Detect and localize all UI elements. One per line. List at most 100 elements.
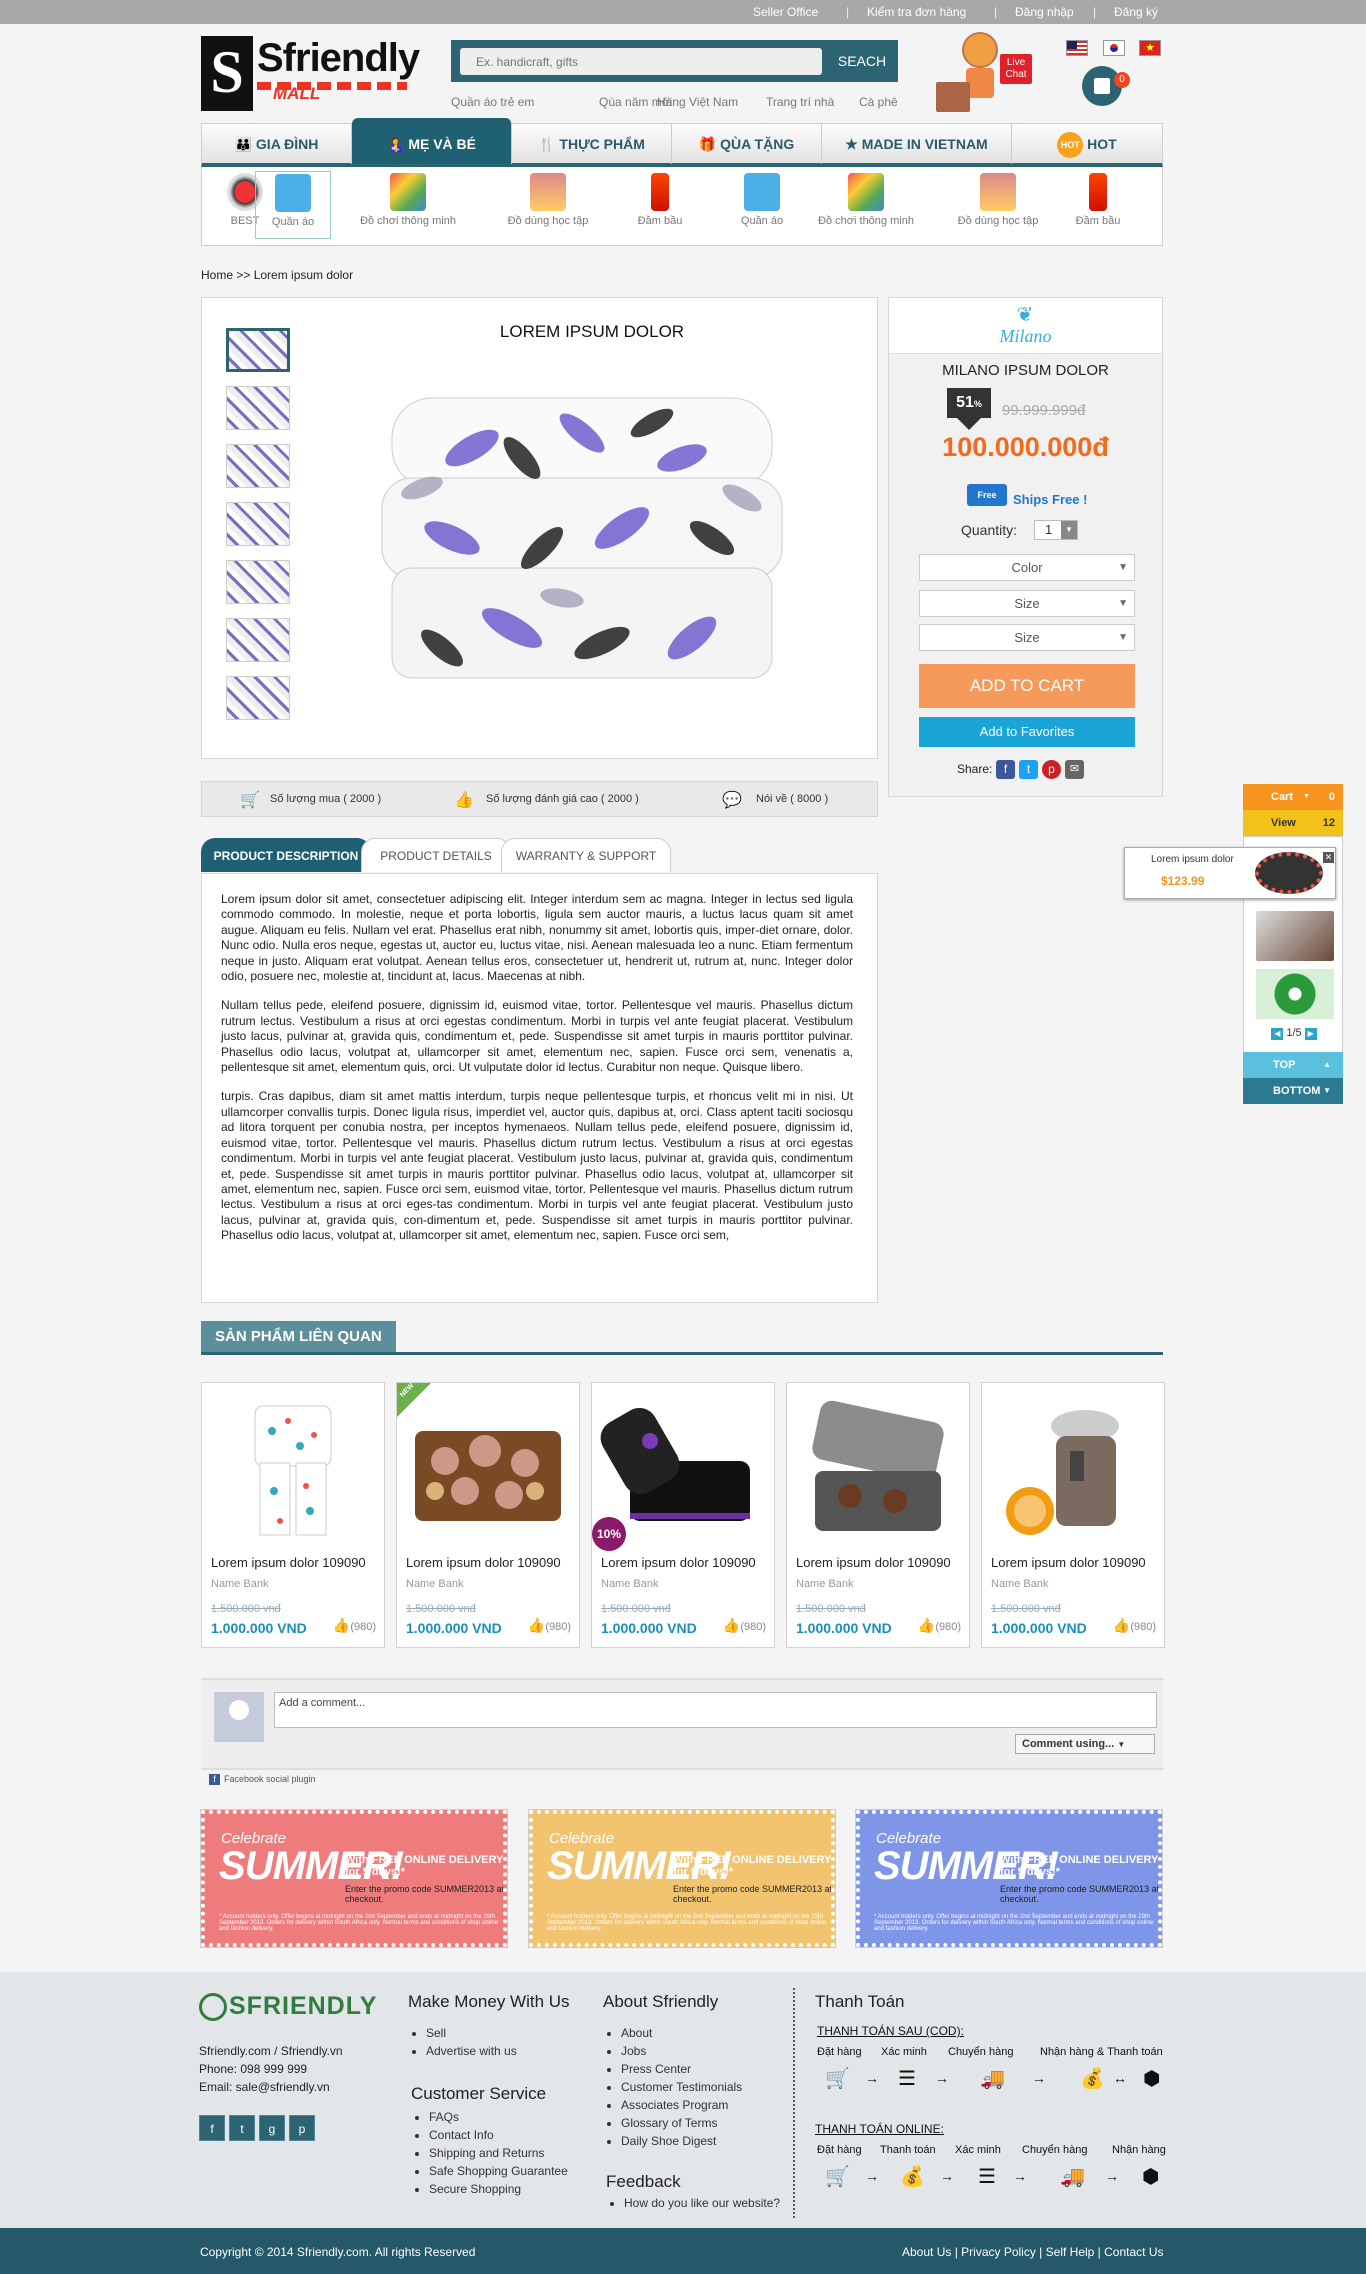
scroll-bottom-button[interactable]: BOTTOM ▼ bbox=[1243, 1078, 1343, 1104]
search-button[interactable]: SEACH bbox=[827, 40, 897, 82]
nav-item-family[interactable]: 👪 GIA ĐÌNH bbox=[202, 124, 352, 164]
footer-link[interactable]: Safe Shopping Guarantee bbox=[429, 2162, 591, 2180]
product-card[interactable]: Lorem ipsum dolor 109090 Name Bank 1.500… bbox=[981, 1382, 1165, 1648]
live-chat-widget[interactable]: Live Chat bbox=[936, 32, 1036, 116]
tab-description[interactable]: PRODUCT DESCRIPTION bbox=[201, 838, 371, 872]
recent-thumb[interactable] bbox=[1256, 911, 1334, 961]
product-card[interactable]: Lorem ipsum dolor 109090 Name Bank 1.500… bbox=[201, 1382, 385, 1648]
register-link[interactable]: Đăng ký bbox=[1114, 5, 1158, 19]
footer-link[interactable]: Secure Shopping bbox=[429, 2180, 591, 2198]
like-count[interactable]: 👍(980) bbox=[333, 1617, 376, 1634]
summer-promo-banner[interactable]: Celebrate SUMMER! With FREE ONLINE DELIV… bbox=[200, 1809, 508, 1948]
subnav-item-toys[interactable]: Đồ chơi thông minh bbox=[796, 173, 936, 227]
subnav-item-school[interactable]: Đồ dùng học tập bbox=[478, 173, 618, 227]
summer-promo-banner[interactable]: Celebrate SUMMER! With FREE ONLINE DELIV… bbox=[528, 1809, 836, 1948]
footer-link[interactable]: Associates Program bbox=[621, 2096, 783, 2114]
subnav-item-clothes[interactable]: Quần áo bbox=[255, 171, 331, 239]
nav-item-food[interactable]: 🍴 THỰC PHẨM bbox=[512, 124, 672, 164]
add-to-cart-button[interactable]: ADD TO CART bbox=[919, 664, 1135, 708]
recent-thumb[interactable] bbox=[1256, 969, 1334, 1019]
bottom-link[interactable]: About Us bbox=[902, 2245, 951, 2259]
thumbnail[interactable] bbox=[226, 444, 290, 488]
footer-link[interactable]: How do you like our website? bbox=[624, 2194, 786, 2212]
thumbnail[interactable] bbox=[226, 502, 290, 546]
comment-input[interactable]: Add a comment... bbox=[274, 1692, 1157, 1728]
subnav-item-maternity[interactable]: Đầm bầu bbox=[1048, 173, 1148, 227]
pinterest-icon[interactable]: p bbox=[1042, 760, 1061, 779]
subnav-item-maternity[interactable]: Đầm bầu bbox=[610, 173, 710, 227]
footer-link[interactable]: Advertise with us bbox=[426, 2042, 588, 2060]
twitter-icon[interactable]: t bbox=[229, 2115, 255, 2141]
product-card[interactable]: Lorem ipsum dolor 109090 Name Bank 1.500… bbox=[786, 1382, 970, 1648]
next-icon[interactable]: ▶ bbox=[1304, 1028, 1317, 1040]
add-to-favorites-button[interactable]: Add to Favorites bbox=[919, 717, 1135, 747]
footer-link[interactable]: FAQs bbox=[429, 2108, 591, 2126]
site-logo[interactable]: S Sfriendly MALL bbox=[201, 36, 420, 112]
facebook-icon[interactable]: f bbox=[996, 760, 1015, 779]
pinterest-icon[interactable]: p bbox=[289, 2115, 315, 2141]
sidebar-view[interactable]: View 12 bbox=[1243, 810, 1343, 836]
login-link[interactable]: Đăng nhập bbox=[1015, 5, 1074, 19]
like-count[interactable]: 👍(980) bbox=[1113, 1617, 1156, 1634]
footer-link[interactable]: Glossary of Terms bbox=[621, 2114, 783, 2132]
bottom-link[interactable]: Contact Us bbox=[1104, 2245, 1163, 2259]
like-count[interactable]: 👍(980) bbox=[723, 1617, 766, 1634]
subnav-item-toys[interactable]: Đồ chơi thông minh bbox=[338, 173, 478, 227]
footer-link[interactable]: Press Center bbox=[621, 2060, 783, 2078]
prev-icon[interactable]: ◀ bbox=[1271, 1028, 1284, 1040]
footer-link[interactable]: Sell bbox=[426, 2024, 588, 2042]
scroll-top-button[interactable]: TOP ▲ bbox=[1243, 1052, 1343, 1078]
thumbnail[interactable] bbox=[226, 618, 290, 662]
comment-sort-select[interactable]: Comment using... ▼ bbox=[1015, 1734, 1155, 1754]
footer-link[interactable]: Shipping and Returns bbox=[429, 2144, 591, 2162]
tab-details[interactable]: PRODUCT DETAILS bbox=[361, 838, 511, 872]
sidebar-cart[interactable]: Cart ▼ 0 bbox=[1243, 784, 1343, 810]
bottom-link[interactable]: Privacy Policy bbox=[961, 2245, 1036, 2259]
color-select[interactable]: Color ▼ bbox=[919, 554, 1135, 581]
nav-item-made-in-vietnam[interactable]: ★ MADE IN VIETNAM bbox=[822, 124, 1012, 164]
bottom-link[interactable]: Self Help bbox=[1046, 2245, 1095, 2259]
email-icon[interactable]: ✉ bbox=[1065, 760, 1084, 779]
facebook-icon[interactable]: f bbox=[199, 2115, 225, 2141]
bedding-image[interactable] bbox=[362, 388, 802, 688]
thumbnail[interactable] bbox=[226, 386, 290, 430]
like-count[interactable]: 👍(980) bbox=[528, 1617, 571, 1634]
product-card[interactable]: NEW Lorem ipsum dolor 109090 Name Bank 1… bbox=[396, 1382, 580, 1648]
nav-item-gifts[interactable]: 🎁 QÙA TẶNG bbox=[672, 124, 822, 164]
thumbnail[interactable] bbox=[226, 328, 290, 372]
footer-link[interactable]: Contact Info bbox=[429, 2126, 591, 2144]
flag-kr-icon[interactable] bbox=[1103, 40, 1125, 56]
quantity-stepper[interactable]: 1 ▼ bbox=[1034, 520, 1078, 540]
footer-link[interactable]: Jobs bbox=[621, 2042, 783, 2060]
suggestion-link[interactable]: Hàng Việt Nam bbox=[657, 95, 738, 109]
footer-link[interactable]: Customer Testimonials bbox=[621, 2078, 783, 2096]
seller-office-link[interactable]: Seller Office bbox=[753, 5, 818, 19]
nav-item-mother-baby[interactable]: 🤱 MẸ VÀ BÉ bbox=[352, 118, 512, 164]
chevron-down-icon[interactable]: ▼ bbox=[1061, 521, 1077, 539]
flag-vn-icon[interactable]: ★ bbox=[1139, 40, 1161, 56]
size-select[interactable]: Size ▼ bbox=[919, 590, 1135, 617]
footer-link[interactable]: Daily Shoe Digest bbox=[621, 2132, 783, 2150]
order-check-link[interactable]: Kiểm tra đơn hàng bbox=[867, 5, 966, 19]
suggestion-link[interactable]: Quần áo trẻ em bbox=[451, 95, 534, 109]
tab-warranty[interactable]: WARRANTY & SUPPORT bbox=[501, 838, 671, 872]
thumbnail[interactable] bbox=[226, 676, 290, 720]
like-count[interactable]: 👍(980) bbox=[918, 1617, 961, 1634]
subnav-item-school[interactable]: Đồ dùng học tập bbox=[928, 173, 1068, 227]
contact-email[interactable]: Email: sale@sfriendly.vn bbox=[199, 2078, 343, 2096]
product-card[interactable]: 10% Lorem ipsum dolor 109090 Name Bank 1… bbox=[591, 1382, 775, 1648]
thumbnail[interactable] bbox=[226, 560, 290, 604]
footer-link[interactable]: About bbox=[621, 2024, 783, 2042]
necklace-image[interactable] bbox=[1255, 852, 1323, 894]
close-icon[interactable]: ✕ bbox=[1323, 852, 1334, 863]
suggestion-link[interactable]: Cà phê bbox=[859, 95, 898, 109]
nav-item-hot[interactable]: HOT HOT bbox=[1012, 124, 1162, 164]
twitter-icon[interactable]: t bbox=[1019, 760, 1038, 779]
footer-logo[interactable]: SFRIENDLY bbox=[199, 1992, 377, 2022]
flag-us-icon[interactable] bbox=[1066, 40, 1088, 56]
size-select[interactable]: Size ▼ bbox=[919, 624, 1135, 651]
breadcrumb[interactable]: Home >> Lorem ipsum dolor bbox=[201, 268, 353, 282]
suggestion-link[interactable]: Trang trí nhà bbox=[766, 95, 834, 109]
search-input[interactable] bbox=[460, 48, 822, 75]
google-plus-icon[interactable]: g bbox=[259, 2115, 285, 2141]
